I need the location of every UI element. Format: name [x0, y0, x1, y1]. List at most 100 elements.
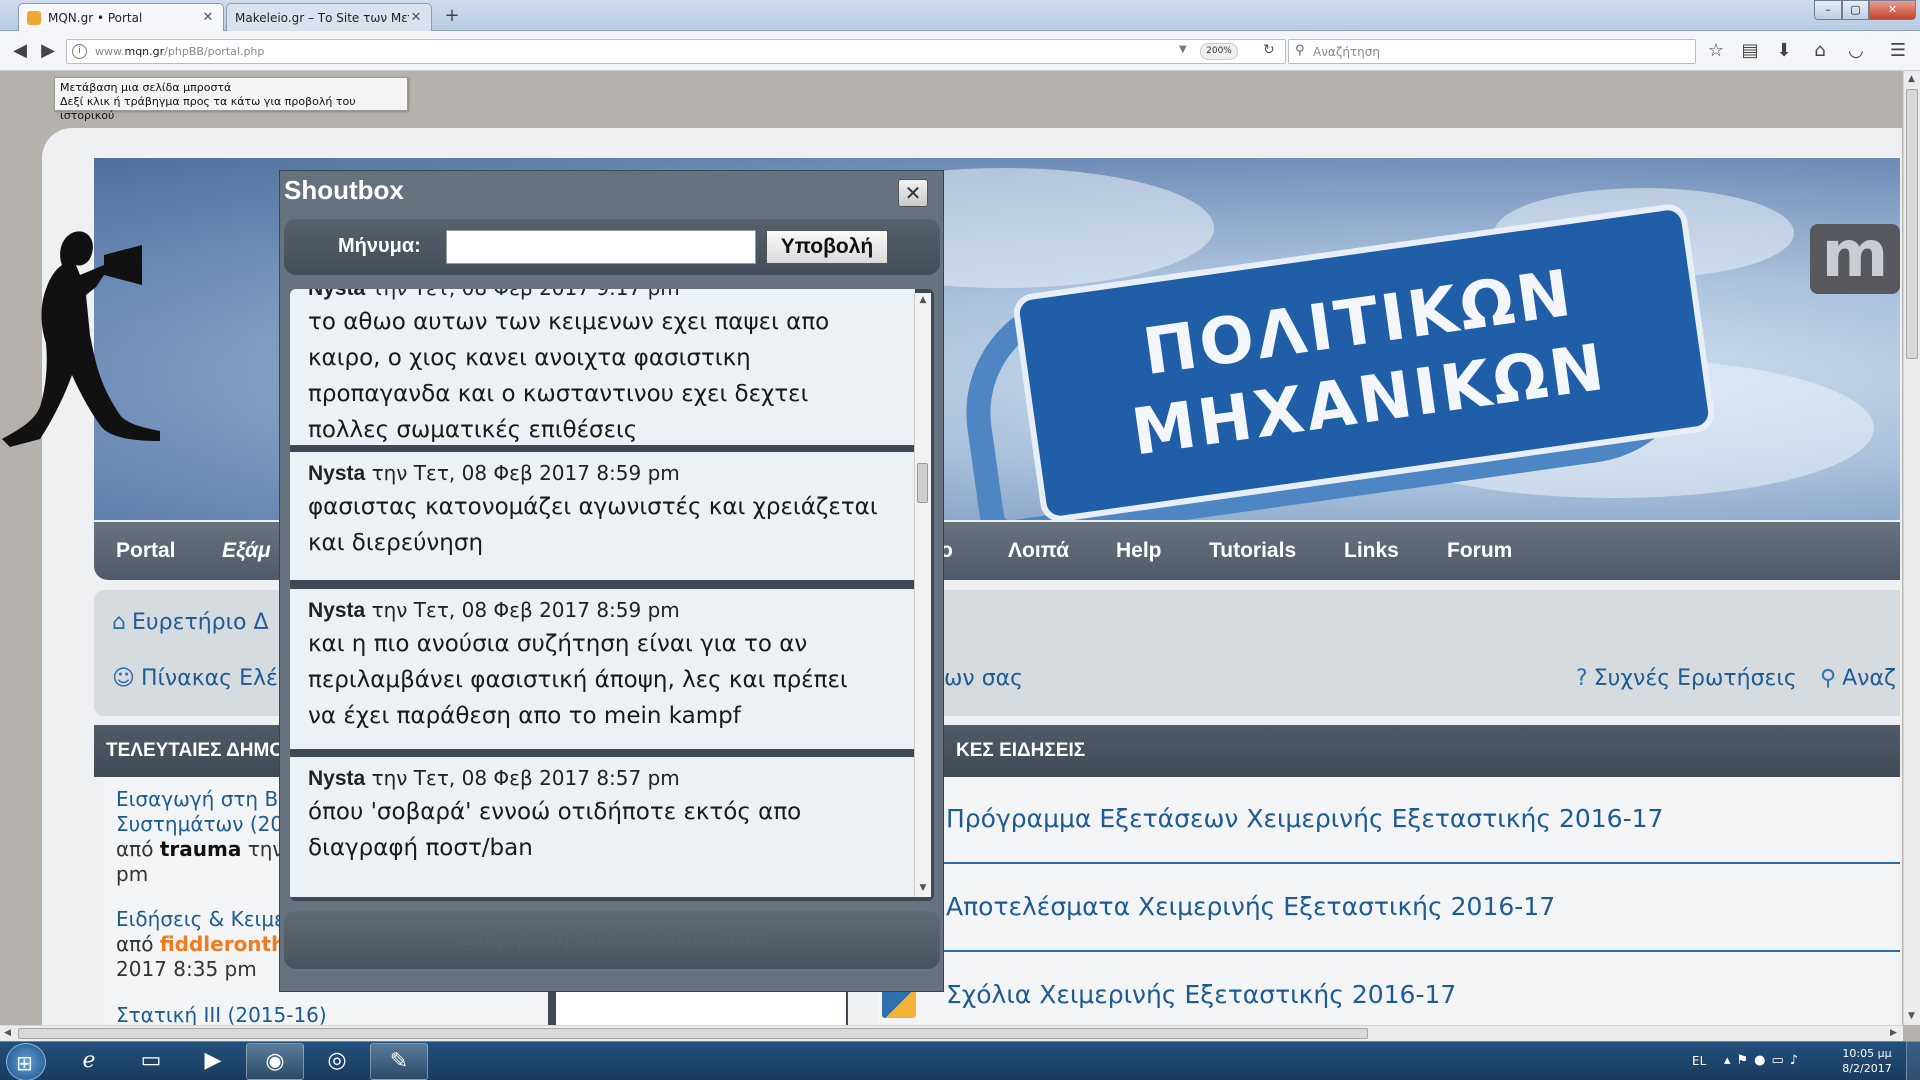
tab-mqn-portal[interactable]: MQN.gr • Portal ✕	[18, 3, 224, 31]
nav-links[interactable]: Links	[1344, 539, 1399, 563]
message-line: και διερεύνηση	[308, 530, 484, 556]
message-line: το αθωο αυτων των κειμενων εχει παψει απ…	[308, 309, 830, 335]
page-vertical-scrollbar[interactable]: ▲ ▼	[1903, 71, 1920, 1025]
new-tab-button[interactable]: +	[440, 5, 464, 29]
search-bar[interactable]: ⚲ Αναζήτηση	[1288, 39, 1696, 64]
menu-icon[interactable]: ☰	[1886, 39, 1910, 63]
crumb-control-panel[interactable]: ☺ Πίνακας Ελέ	[112, 666, 278, 691]
tray-icons[interactable]: ▴⚑●▭♪	[1724, 1053, 1804, 1068]
system-tray: EL ▴⚑●▭♪ 10:05 μμ 8/2/2017	[1680, 1042, 1920, 1080]
list-item: Nysta την Τετ, 08 Φεβ 2017 8:59 pm και η…	[290, 589, 915, 749]
news-link[interactable]: Σχόλια Χειμερινής Εξεταστικής 2016-17	[946, 980, 1456, 1009]
media-player-icon[interactable]: ▶	[184, 1043, 242, 1080]
browser-nav-bar: ◀ ▶ i www.mqn.gr/phpBB/portal.php ▼ 200%…	[0, 31, 1920, 71]
download-icon[interactable]: ⬇	[1772, 39, 1796, 63]
nav-forum[interactable]: Forum	[1447, 539, 1512, 563]
scroll-left-icon[interactable]: ◀	[4, 1028, 11, 1038]
page-horizontal-scrollbar[interactable]: ◀ ▶	[0, 1025, 1903, 1041]
message-author[interactable]: Nysta	[308, 462, 365, 485]
message-line: να έχει παράθεση απο το mein kampf	[308, 703, 741, 729]
pocket-icon[interactable]: ◡	[1844, 39, 1868, 63]
chrome-icon[interactable]: ◎	[308, 1043, 366, 1080]
close-tab-icon[interactable]: ✕	[409, 10, 423, 25]
post-link[interactable]: Συστημάτων (20	[116, 812, 291, 837]
post-author-line: από fiddleronth	[116, 932, 286, 956]
message-line: καιρο, ο χιος κανει ανοιχτα φασιστικη	[308, 345, 751, 371]
minimize-window-button[interactable]: –	[1814, 0, 1842, 20]
nav-misc[interactable]: Λοιπά	[1008, 539, 1069, 563]
scroll-down-icon[interactable]: ▼	[1908, 1011, 1915, 1021]
windows-logo-icon: ⊞	[16, 1051, 33, 1075]
message-line: προπαγανδα και ο κωσταντινου εχει δεχτει	[308, 381, 809, 407]
post-author[interactable]: trauma	[160, 837, 242, 861]
megaphone-silhouette-icon	[2, 231, 160, 447]
scrollbar-thumb[interactable]	[917, 463, 928, 503]
crumb-partial[interactable]: ων σας	[944, 666, 1023, 691]
crumb-search[interactable]: ⚲ Αναζ	[1820, 666, 1896, 691]
paint-icon[interactable]: ✎	[370, 1043, 428, 1080]
message-input[interactable]	[446, 230, 756, 264]
language-indicator[interactable]: EL	[1692, 1054, 1706, 1068]
scroll-up-icon[interactable]: ▲	[915, 295, 931, 305]
nav-exams[interactable]: Εξάμ	[222, 539, 271, 563]
close-icon[interactable]: ✕	[898, 179, 928, 207]
close-tab-icon[interactable]: ✕	[201, 10, 215, 25]
browser-tab-bar: MQN.gr • Portal ✕ Makeleio.gr – Το Site …	[0, 0, 1920, 31]
forward-arrow-icon[interactable]: ▶	[36, 39, 60, 63]
scroll-up-icon[interactable]: ▲	[1908, 74, 1915, 84]
tab-makeleio[interactable]: Makeleio.gr – Το Site των Μεγ... ✕	[226, 3, 432, 31]
tooltip-line: Δεξί κλικ ή τράβηγμα προς τα κάτω για πρ…	[60, 95, 356, 122]
news-link[interactable]: Πρόγραμμα Εξετάσεων Χειμερινής Εξεταστικ…	[946, 804, 1663, 833]
start-button[interactable]: ⊞	[6, 1043, 46, 1080]
message-header: Nysta την Τετ, 08 Φεβ 2017 8:59 pm	[308, 461, 680, 485]
message-header: Nysta την Τετ, 08 Φεβ 2017 8:59 pm	[308, 598, 680, 622]
shoutbox-messages: Nysta την Τετ, 08 Φεβ 2017 9:17 pm το αθ…	[290, 289, 934, 901]
news-link[interactable]: Αποτελέσματα Χειμερινής Εξεταστικής 2016…	[946, 892, 1555, 921]
message-author[interactable]: Nysta	[308, 599, 365, 622]
back-arrow-icon[interactable]: ◀	[8, 39, 32, 63]
forward-tooltip: Μετάβαση μια σελίδα μπροστά Δεξί κλικ ή …	[54, 77, 408, 122]
scrollbar-thumb[interactable]	[18, 1028, 1368, 1039]
maximize-window-button[interactable]: ▢	[1842, 0, 1869, 20]
scroll-down-icon[interactable]: ▼	[915, 883, 931, 893]
url-bar[interactable]: i www.mqn.gr/phpBB/portal.php ▼ 200% ↻	[66, 39, 1286, 64]
dropdown-arrow-icon[interactable]: ▼	[1179, 44, 1187, 55]
message-line: πολλες σωματικές επιθέσεις	[308, 417, 638, 443]
user-icon: ☺	[112, 666, 135, 691]
crumb-index[interactable]: ⌂ Ευρετήριο Δ	[112, 610, 269, 635]
post-author-line: από trauma την	[116, 837, 284, 861]
nav-help[interactable]: Help	[1116, 539, 1162, 563]
reading-list-icon[interactable]: ▤	[1738, 39, 1762, 63]
message-author[interactable]: Nysta	[308, 767, 365, 790]
home-icon[interactable]: ⌂	[1808, 39, 1832, 63]
show-desktop-button[interactable]	[1906, 1041, 1920, 1080]
info-icon[interactable]: i	[72, 44, 87, 59]
post-author[interactable]: fiddleronth	[160, 932, 286, 956]
list-item: Εισαγωγή στη Βά Συστημάτων (20 από traum…	[116, 787, 291, 887]
firefox-icon[interactable]: ◉	[246, 1043, 304, 1080]
refresh-note: Ενημερώση κάθε 5 δευτερόλεπτα	[461, 929, 763, 950]
news-divider	[880, 950, 1900, 952]
nav-portal[interactable]: Portal	[116, 539, 176, 563]
shoutbox-scrollbar[interactable]: ▲ ▼	[914, 293, 931, 897]
close-window-button[interactable]: ✕	[1869, 0, 1916, 20]
message-author[interactable]: Nysta	[308, 289, 365, 300]
nav-tutorials[interactable]: Tutorials	[1209, 539, 1296, 563]
scroll-right-icon[interactable]: ▶	[1890, 1028, 1897, 1038]
bookmark-star-icon[interactable]: ☆	[1704, 39, 1728, 63]
post-time: 2017 8:35 pm	[116, 957, 257, 981]
reload-icon[interactable]: ↻	[1263, 42, 1275, 58]
post-link[interactable]: Ειδήσεις & Κειμε	[116, 907, 285, 932]
crumb-faq[interactable]: ? Συχνές Ερωτήσεις	[1576, 666, 1797, 691]
internet-explorer-icon[interactable]: ℯ	[60, 1043, 118, 1080]
zoom-level-badge[interactable]: 200%	[1200, 43, 1238, 60]
scrollbar-thumb[interactable]	[1906, 89, 1918, 359]
search-icon: ⚲	[1820, 666, 1837, 691]
list-item: Nysta την Τετ, 08 Φεβ 2017 8:57 pm όπου …	[290, 757, 915, 897]
post-link[interactable]: Εισαγωγή στη Βά	[116, 787, 291, 812]
submit-button[interactable]: Υποβολή	[766, 230, 888, 264]
clock[interactable]: 10:05 μμ 8/2/2017	[1832, 1046, 1902, 1076]
list-item: Nysta την Τετ, 08 Φεβ 2017 9:17 pm το αθ…	[290, 289, 915, 445]
list-item: Ειδήσεις & Κειμε από fiddleronth 2017 8:…	[116, 907, 285, 982]
file-explorer-icon[interactable]: ▭	[122, 1043, 180, 1080]
